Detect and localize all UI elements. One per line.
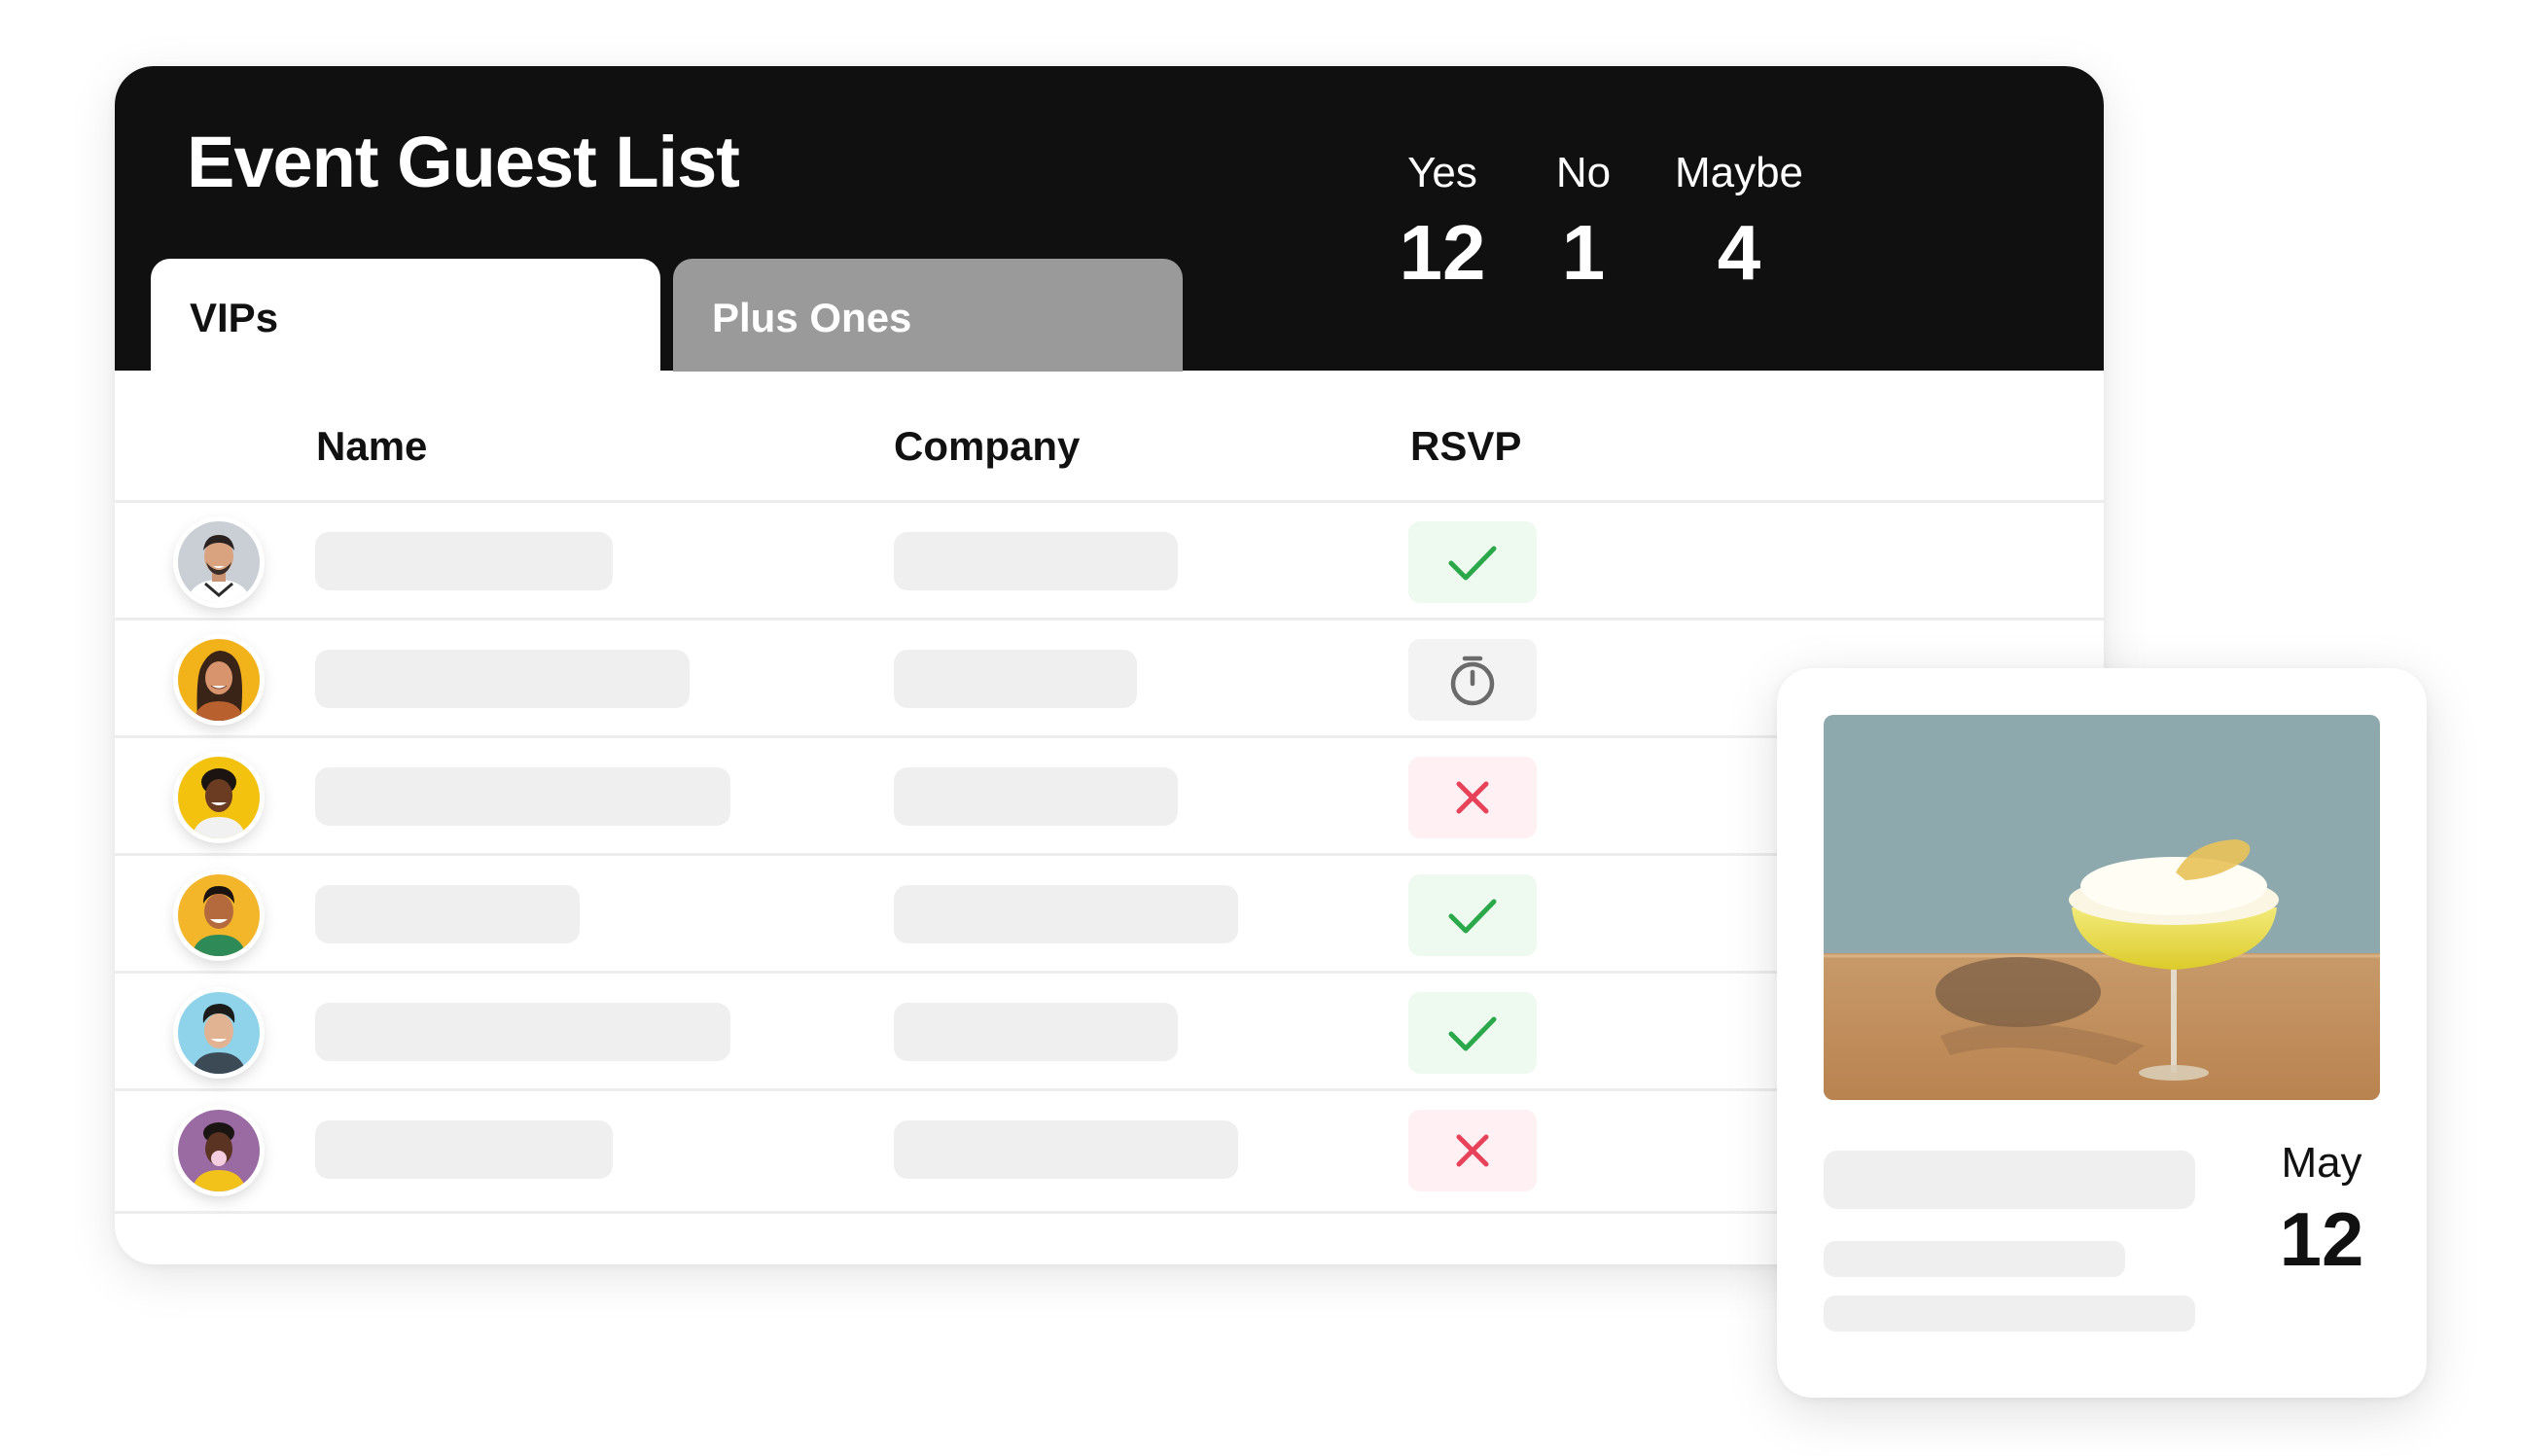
rsvp-maybe-badge[interactable] <box>1408 639 1537 721</box>
stat-no: No 1 <box>1545 152 1622 292</box>
event-card[interactable]: May 12 <box>1777 668 2427 1398</box>
guest-name-placeholder <box>315 1120 613 1179</box>
stat-maybe-count: 4 <box>1717 209 1761 296</box>
company-placeholder <box>894 767 1178 826</box>
stat-maybe: Maybe 4 <box>1656 152 1822 292</box>
guest-photo-1 <box>178 521 260 603</box>
column-header-company[interactable]: Company <box>894 426 1080 467</box>
stat-yes-label: Yes <box>1407 149 1477 196</box>
stat-yes-count: 12 <box>1399 209 1486 296</box>
guest-name-placeholder <box>315 885 580 943</box>
check-icon <box>1448 1016 1497 1051</box>
rsvp-no-badge[interactable] <box>1408 757 1537 838</box>
check-icon <box>1448 546 1497 581</box>
company-placeholder <box>894 532 1178 590</box>
header: Event Guest List Yes 12 No 1 Maybe 4 VIP… <box>115 66 2104 372</box>
avatar <box>178 874 260 956</box>
x-icon <box>1456 1134 1489 1167</box>
tab-vips-label: VIPs <box>190 295 279 340</box>
rsvp-no-badge[interactable] <box>1408 1110 1537 1191</box>
stopwatch-icon <box>1450 656 1495 706</box>
event-detail-placeholder <box>1824 1241 2125 1277</box>
guest-photo-5 <box>178 992 260 1074</box>
column-header-name[interactable]: Name <box>316 426 427 467</box>
row-divider <box>115 618 2104 621</box>
event-month: May <box>2281 1139 2362 1187</box>
avatar <box>178 1110 260 1191</box>
guest-name-placeholder <box>315 532 613 590</box>
avatar <box>178 757 260 838</box>
guest-name-placeholder <box>315 767 730 826</box>
avatar <box>178 992 260 1074</box>
rsvp-yes-badge[interactable] <box>1408 874 1537 956</box>
event-photo <box>1824 715 2380 1100</box>
guest-photo-6 <box>178 1110 260 1191</box>
event-day: 12 <box>2279 1196 2364 1282</box>
stat-no-count: 1 <box>1561 209 1606 296</box>
company-placeholder <box>894 885 1238 943</box>
stat-maybe-label: Maybe <box>1674 149 1804 196</box>
guest-photo-3 <box>178 757 260 838</box>
tab-plus-ones-label: Plus Ones <box>712 295 912 340</box>
guest-photo-2 <box>178 639 260 721</box>
tab-vips[interactable]: VIPs <box>151 259 660 372</box>
avatar <box>178 521 260 603</box>
column-header-rsvp[interactable]: RSVP <box>1410 426 1521 467</box>
rsvp-yes-badge[interactable] <box>1408 521 1537 603</box>
stat-yes: Yes 12 <box>1389 152 1496 292</box>
event-title-placeholder <box>1824 1151 2195 1209</box>
stat-no-label: No <box>1555 149 1612 196</box>
row-divider <box>115 500 2104 503</box>
company-placeholder <box>894 1120 1238 1179</box>
company-placeholder <box>894 1003 1178 1061</box>
cocktail-image <box>1824 715 2380 1100</box>
company-placeholder <box>894 650 1137 708</box>
check-icon <box>1448 899 1497 934</box>
rsvp-yes-badge[interactable] <box>1408 992 1537 1074</box>
page-title: Event Guest List <box>187 122 740 202</box>
guest-photo-4 <box>178 874 260 956</box>
guest-name-placeholder <box>315 650 690 708</box>
x-icon <box>1456 781 1489 814</box>
event-detail-placeholder <box>1824 1296 2195 1332</box>
avatar <box>178 639 260 721</box>
guest-name-placeholder <box>315 1003 730 1061</box>
tab-plus-ones[interactable]: Plus Ones <box>673 259 1183 372</box>
